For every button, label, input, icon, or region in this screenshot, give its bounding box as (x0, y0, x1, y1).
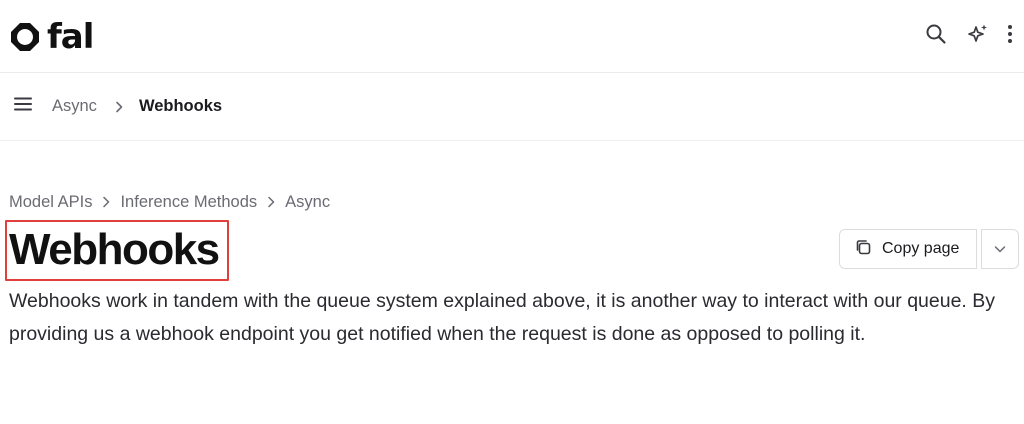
chevron-down-icon (994, 240, 1006, 258)
breadcrumb: Model APIs Inference Methods Async (9, 190, 330, 214)
section-nav-parent-link[interactable]: Async (52, 97, 97, 116)
section-nav: Async Webhooks (0, 73, 1024, 141)
copy-page-label: Copy page (882, 240, 960, 257)
menu-icon (13, 96, 33, 117)
more-vertical-icon (1007, 24, 1013, 49)
intro-paragraph: Webhooks work in tandem with the queue s… (9, 290, 996, 345)
chevron-right-icon (267, 196, 275, 208)
page-title: Webhooks (9, 225, 220, 274)
breadcrumb-item-async[interactable]: Async (285, 193, 330, 212)
copy-page-group: Copy page (839, 229, 1019, 269)
breadcrumb-item-model-apis[interactable]: Model APIs (9, 193, 92, 212)
breadcrumb-item-inference-methods[interactable]: Inference Methods (120, 193, 257, 212)
chevron-right-icon (102, 196, 110, 208)
docs-page: fal Async Webhooks Model APIs Inference … (0, 0, 1024, 424)
menu-button[interactable] (12, 96, 34, 118)
sparkles-icon (966, 22, 990, 51)
copy-icon (854, 238, 872, 261)
chevron-right-icon (115, 101, 123, 113)
search-icon (925, 23, 947, 50)
copy-options-dropdown-button[interactable] (981, 229, 1019, 269)
search-button[interactable] (920, 20, 952, 52)
brand-logo-link[interactable]: fal (9, 17, 94, 57)
copy-page-button[interactable]: Copy page (839, 229, 977, 269)
ai-assistant-button[interactable] (962, 20, 994, 52)
top-bar: fal (0, 0, 1024, 73)
section-nav-current: Webhooks (138, 97, 223, 115)
more-options-button[interactable] (998, 20, 1022, 52)
fal-logo-icon (9, 21, 41, 53)
brand-name: fal (47, 17, 94, 57)
top-actions (920, 20, 1024, 52)
